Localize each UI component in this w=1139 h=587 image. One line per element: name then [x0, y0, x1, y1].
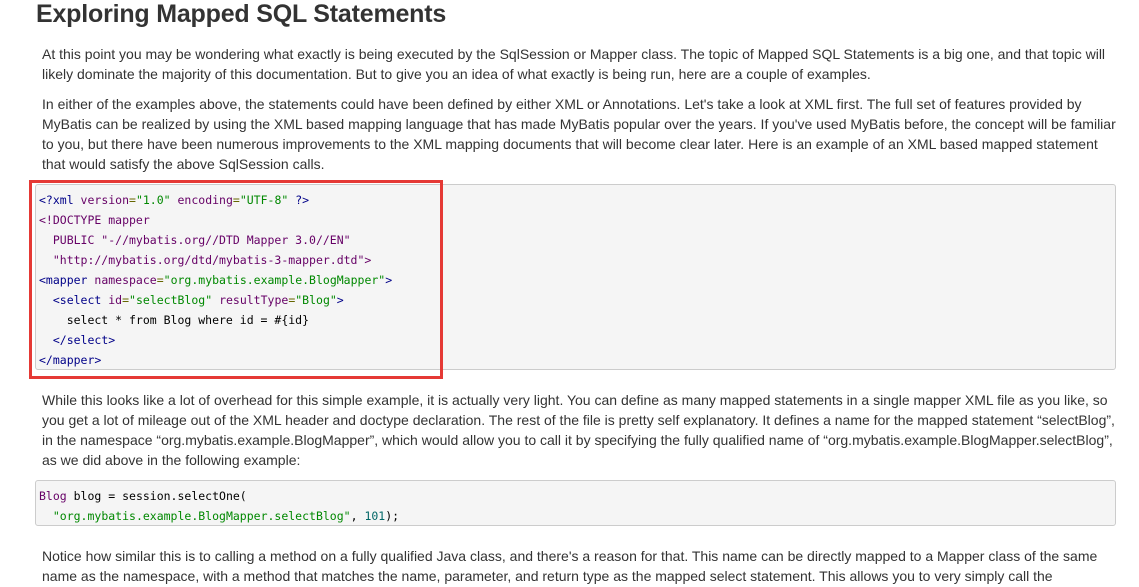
code-token: <mapper — [39, 273, 88, 287]
code-token: "selectBlog" — [129, 293, 213, 307]
code-line: "http://mybatis.org/dtd/mybatis-3-mapper… — [39, 253, 372, 267]
java-select-code-block[interactable]: Blog blog = session.selectOne( "org.myba… — [35, 480, 1116, 526]
code-token: "org.mybatis.example.BlogMapper" — [163, 273, 386, 287]
code-token: "UTF-8" — [239, 193, 289, 207]
code-token: resultType — [212, 293, 289, 307]
code-token: id — [101, 293, 123, 307]
code-token: Blog — [39, 489, 67, 503]
code-token: ); — [385, 509, 400, 523]
code-token: "1.0" — [135, 193, 171, 207]
code-token: </mapper> — [39, 353, 102, 367]
code-token: blog = session.selectOne( — [66, 489, 247, 503]
code-token: namespace — [87, 273, 157, 287]
code-line: PUBLIC "-//mybatis.org//DTD Mapper 3.0//… — [39, 233, 351, 247]
code-token: </select> — [52, 333, 116, 347]
code-token: , — [350, 509, 365, 523]
xml-mapper-code-block[interactable]: <?xml version="1.0" encoding="UTF-8" ?> … — [35, 184, 1116, 370]
xml-intro-paragraph: In either of the examples above, the sta… — [42, 96, 1116, 172]
code-token: 101 — [364, 509, 386, 523]
page-title: Exploring Mapped SQL Statements — [36, 0, 447, 28]
code-token: <select — [52, 293, 102, 307]
code-token: version — [73, 193, 130, 207]
code-token: > — [385, 273, 393, 287]
code-token: > — [336, 293, 344, 307]
code-token: "org.mybatis.example.BlogMapper.selectBl… — [52, 509, 351, 523]
code-line: select * from Blog where id = #{id} — [39, 313, 310, 327]
code-token: ?> — [288, 193, 310, 207]
explanation-paragraph: While this looks like a lot of overhead … — [42, 392, 1115, 468]
code-token: encoding — [170, 193, 233, 207]
code-token: "Blog" — [295, 293, 337, 307]
documentation-page: Exploring Mapped SQL Statements At this … — [0, 0, 1139, 587]
mapper-class-paragraph: Notice how similar this is to calling a … — [42, 548, 1098, 584]
intro-paragraph: At this point you may be wondering what … — [42, 46, 1106, 82]
code-line: <!DOCTYPE mapper — [39, 213, 150, 227]
code-token: <?xml — [39, 193, 74, 207]
